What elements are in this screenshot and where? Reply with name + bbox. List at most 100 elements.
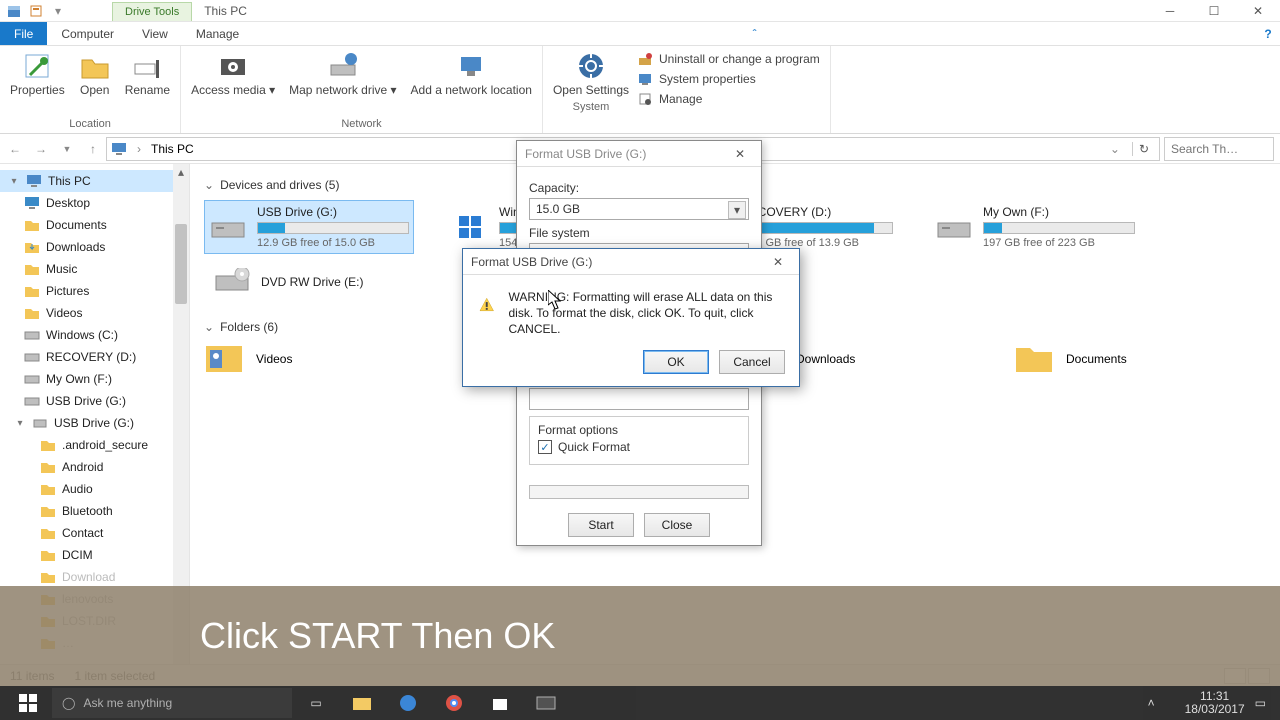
up-button[interactable]: ↑ bbox=[84, 140, 102, 158]
tree-item[interactable]: Documents bbox=[0, 214, 189, 236]
tree-item[interactable]: Android bbox=[0, 456, 189, 478]
tree-item[interactable]: Contact bbox=[0, 522, 189, 544]
filesystem-label: File system bbox=[529, 226, 749, 240]
properties-button[interactable]: Properties bbox=[6, 48, 69, 99]
ribbon-tabs: File Computer View Manage ˆ ? bbox=[0, 22, 1280, 46]
taskbar-app-store[interactable] bbox=[478, 688, 522, 718]
start-button[interactable]: Start bbox=[568, 513, 634, 537]
confirm-dialog-close-button[interactable]: ✕ bbox=[765, 251, 791, 273]
tree-item[interactable]: DCIM bbox=[0, 544, 189, 566]
quick-format-checkbox[interactable]: ✓Quick Format bbox=[538, 440, 740, 454]
tutorial-caption-overlay: Click START Then OK bbox=[0, 586, 1280, 686]
breadcrumb-chevron-icon[interactable]: › bbox=[133, 142, 145, 156]
close-button[interactable]: ✕ bbox=[1236, 0, 1280, 22]
rename-button[interactable]: Rename bbox=[121, 48, 174, 99]
tree-item[interactable]: RECOVERY (D:) bbox=[0, 346, 189, 368]
open-settings-button[interactable]: Open Settings bbox=[549, 48, 633, 99]
tree-item[interactable]: Bluetooth bbox=[0, 500, 189, 522]
tree-item[interactable]: Desktop bbox=[0, 192, 189, 214]
qat-icon[interactable] bbox=[4, 2, 24, 20]
volume-label-input[interactable] bbox=[529, 388, 749, 410]
qat-dropdown-icon[interactable]: ▾ bbox=[48, 2, 68, 20]
taskbar-app-chrome[interactable] bbox=[432, 688, 476, 718]
confirm-dialog-title[interactable]: Format USB Drive (G:)✕ bbox=[463, 249, 799, 275]
format-options-group: Format options ✓Quick Format bbox=[529, 416, 749, 465]
open-button[interactable]: Open bbox=[75, 48, 115, 99]
search-input[interactable] bbox=[1171, 142, 1280, 156]
ribbon: Properties Open Rename Location Access m… bbox=[0, 46, 1280, 134]
help-icon[interactable]: ? bbox=[1256, 22, 1280, 45]
chevron-down-icon: ⌄ bbox=[204, 178, 214, 192]
tree-item[interactable]: Download bbox=[0, 566, 189, 588]
tab-view[interactable]: View bbox=[128, 22, 182, 45]
tree-item[interactable]: Videos bbox=[0, 302, 189, 324]
confirm-dialog-text: WARNING: Formatting will erase ALL data … bbox=[508, 289, 783, 338]
cancel-button[interactable]: Cancel bbox=[719, 350, 785, 374]
map-network-drive-button[interactable]: Map network drive ▾ bbox=[285, 48, 400, 99]
ribbon-collapse-icon[interactable]: ˆ bbox=[743, 22, 767, 45]
cortana-search[interactable]: ◯Ask me anything bbox=[52, 688, 292, 718]
minimize-button[interactable]: ─ bbox=[1148, 0, 1192, 22]
window-title: This PC bbox=[192, 1, 259, 21]
scroll-thumb[interactable] bbox=[175, 224, 187, 304]
address-dropdown-icon[interactable]: ⌄ bbox=[1104, 142, 1126, 156]
format-dialog-close-button[interactable]: ✕ bbox=[727, 143, 753, 165]
tree-item[interactable]: Audio bbox=[0, 478, 189, 500]
ribbon-group-network: Network bbox=[341, 116, 381, 133]
back-button[interactable]: ← bbox=[6, 140, 24, 158]
start-button[interactable] bbox=[6, 688, 50, 718]
drive-item[interactable]: My Own (F:)197 GB free of 223 GB bbox=[930, 200, 1140, 254]
tab-manage[interactable]: Manage bbox=[182, 22, 253, 45]
refresh-button[interactable]: ↻ bbox=[1132, 142, 1155, 156]
system-properties-button[interactable]: System properties bbox=[633, 70, 824, 88]
taskbar-clock[interactable]: 11:3118/03/2017 bbox=[1185, 690, 1245, 716]
tree-item[interactable]: USB Drive (G:) bbox=[0, 390, 189, 412]
taskbar-app-video[interactable] bbox=[524, 688, 568, 718]
capacity-select[interactable]: 15.0 GB▾ bbox=[529, 198, 749, 220]
tree-item[interactable]: Pictures bbox=[0, 280, 189, 302]
folder-item[interactable]: Videos bbox=[204, 342, 384, 376]
format-options-label: Format options bbox=[538, 423, 740, 437]
file-tab[interactable]: File bbox=[0, 22, 47, 45]
ok-button[interactable]: OK bbox=[643, 350, 709, 374]
manage-button[interactable]: Manage bbox=[633, 90, 824, 108]
taskbar[interactable]: ◯Ask me anything ▭ ˄ 11:3118/03/2017 ▭ bbox=[0, 686, 1280, 720]
tree-this-pc[interactable]: ▾This PC bbox=[0, 170, 189, 192]
tree-item[interactable]: Music bbox=[0, 258, 189, 280]
breadcrumb-this-pc[interactable]: This PC bbox=[151, 142, 194, 156]
qat-properties-icon[interactable] bbox=[26, 2, 46, 20]
drive-item[interactable]: USB Drive (G:)12.9 GB free of 15.0 GB bbox=[204, 200, 414, 254]
search-box[interactable]: 🔍 bbox=[1164, 137, 1274, 161]
close-button[interactable]: Close bbox=[644, 513, 710, 537]
tree-item[interactable]: My Own (F:) bbox=[0, 368, 189, 390]
cortana-icon: ◯ bbox=[62, 696, 75, 710]
folder-item[interactable]: Documents bbox=[1014, 342, 1194, 376]
taskbar-app-explorer[interactable] bbox=[340, 688, 384, 718]
warning-icon bbox=[479, 289, 494, 321]
tree-item[interactable]: Downloads bbox=[0, 236, 189, 258]
tree-item[interactable]: .android_secure bbox=[0, 434, 189, 456]
notifications-icon[interactable]: ▭ bbox=[1255, 696, 1266, 710]
add-network-location-button[interactable]: Add a network location bbox=[407, 48, 536, 99]
ribbon-group-location: Location bbox=[69, 116, 111, 133]
tab-computer[interactable]: Computer bbox=[47, 22, 128, 45]
chevron-down-icon: ⌄ bbox=[204, 320, 214, 334]
taskbar-app-edge[interactable] bbox=[386, 688, 430, 718]
forward-button[interactable]: → bbox=[32, 140, 50, 158]
recent-dropdown-icon[interactable]: ▼ bbox=[58, 140, 76, 158]
tray-up-icon[interactable]: ˄ bbox=[1148, 696, 1155, 710]
tree-item[interactable]: Windows (C:) bbox=[0, 324, 189, 346]
ribbon-group-system: System bbox=[573, 99, 610, 116]
dvd-drive[interactable]: DVD RW Drive (E:) bbox=[208, 262, 418, 302]
format-dialog-title[interactable]: Format USB Drive (G:)✕ bbox=[517, 141, 761, 167]
confirm-format-dialog: Format USB Drive (G:)✕ WARNING: Formatti… bbox=[462, 248, 800, 387]
contextual-tab-drive-tools[interactable]: Drive Tools bbox=[112, 2, 192, 21]
tree-usb-drive[interactable]: ▾USB Drive (G:) bbox=[0, 412, 189, 434]
uninstall-program-button[interactable]: Uninstall or change a program bbox=[633, 50, 824, 68]
maximize-button[interactable]: ☐ bbox=[1192, 0, 1236, 22]
capacity-label: Capacity: bbox=[529, 181, 749, 195]
access-media-button[interactable]: Access media ▾ bbox=[187, 48, 279, 99]
task-view-button[interactable]: ▭ bbox=[294, 688, 338, 718]
dropdown-icon[interactable]: ▾ bbox=[728, 201, 746, 219]
scroll-up-icon[interactable]: ▴ bbox=[173, 164, 189, 180]
